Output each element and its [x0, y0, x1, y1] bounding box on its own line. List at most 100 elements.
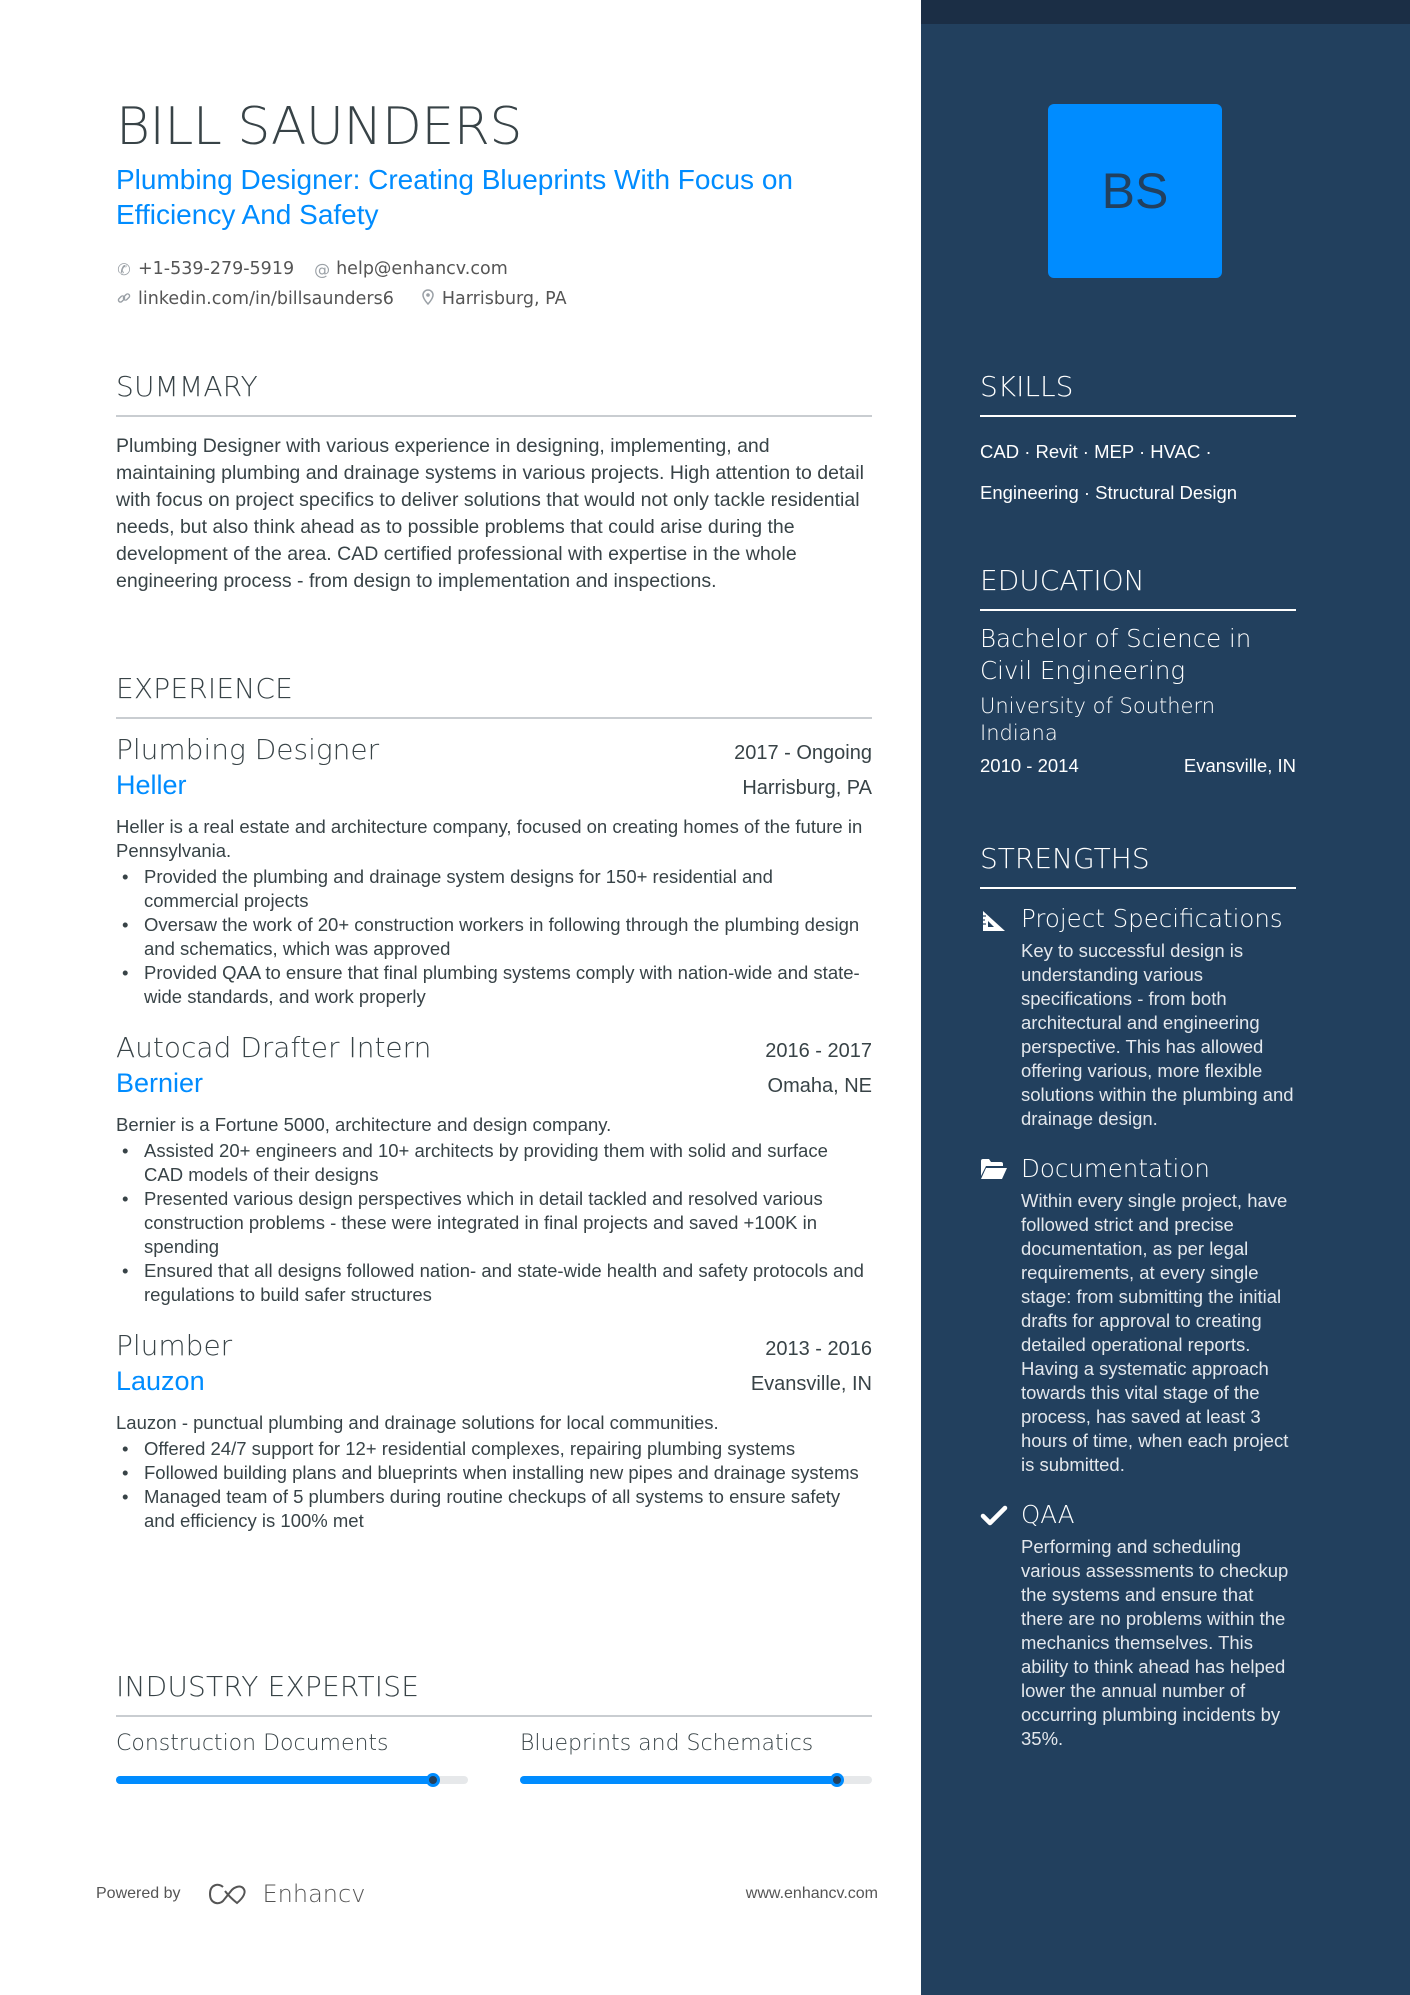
summary-text: Plumbing Designer with various experienc…	[116, 435, 864, 592]
checkmark-icon	[980, 1503, 1008, 1529]
contact-info: ✆ +1-539-279-5919 @ help@enhancv.com lin…	[116, 254, 816, 314]
skills-line: Engineering · Structural Design	[980, 482, 1238, 503]
summary-title: SUMMARY	[116, 370, 258, 403]
job-entry: Plumber 2013 - 2016 Lauzon Evansville, I…	[116, 1329, 872, 1533]
strength-title: QAA	[1021, 1500, 1075, 1529]
contact-location: Harrisburg, PA	[420, 289, 567, 309]
summary-section: SUMMARY Plumbing Designer with various e…	[116, 370, 872, 595]
experience-title: EXPERIENCE	[116, 672, 294, 705]
strength-description: Performing and scheduling various assess…	[1021, 1536, 1289, 1749]
section-divider	[116, 717, 872, 719]
job-title: Plumbing Designer	[116, 733, 380, 766]
job-dates: 2013 - 2016	[765, 1338, 872, 1360]
sidebar-top-strip	[921, 0, 1410, 24]
expertise-level-bar	[520, 1773, 872, 1787]
job-bullet: Presented various design perspectives wh…	[116, 1187, 872, 1259]
job-location: Harrisburg, PA	[742, 777, 872, 799]
skills-title: SKILLS	[980, 370, 1074, 403]
enhancv-logo[interactable]: Enhancv	[207, 1880, 366, 1908]
job-bullet: Ensured that all designs followed nation…	[116, 1259, 872, 1307]
powered-by-text: Powered by	[96, 1885, 181, 1902]
job-dates: 2017 - Ongoing	[734, 742, 872, 764]
linkedin-text: linkedin.com/in/billsaunders6	[138, 289, 394, 309]
section-divider	[116, 415, 872, 417]
industry-expertise-section: INDUSTRY EXPERTISE Construction Document…	[116, 1670, 872, 1787]
industry-expertise-title: INDUSTRY EXPERTISE	[116, 1670, 420, 1703]
enhancv-logo-icon	[208, 1883, 246, 1905]
job-bullet: Followed building plans and blueprints w…	[116, 1461, 872, 1485]
phone-icon: ✆	[117, 259, 131, 279]
job-description: Heller is a real estate and architecture…	[116, 816, 863, 861]
candidate-tagline: Plumbing Designer: Creating Blueprints W…	[116, 164, 793, 230]
folder-open-icon	[980, 1157, 1008, 1183]
job-bullet: Assisted 20+ engineers and 10+ architect…	[116, 1139, 872, 1187]
strength-item: Documentation Within every single projec…	[980, 1153, 1296, 1477]
contact-phone[interactable]: ✆ +1-539-279-5919	[116, 259, 294, 279]
footer: Powered by Enhancv www.enhancv.com	[96, 1880, 878, 1908]
website-link[interactable]: www.enhancv.com	[746, 1885, 878, 1903]
job-dates: 2016 - 2017	[765, 1040, 872, 1062]
brand-name: Enhancv	[262, 1880, 366, 1908]
job-location: Omaha, NE	[767, 1075, 872, 1097]
link-icon	[116, 290, 132, 309]
education-section: EDUCATION Bachelor of Science in Civil E…	[980, 564, 1296, 777]
education-title: EDUCATION	[980, 564, 1145, 597]
job-bullets: Offered 24/7 support for 12+ residential…	[116, 1437, 872, 1533]
expertise-item: Blueprints and Schematics	[520, 1731, 872, 1787]
strengths-section: STRENGTHS Project Specifications Key to …	[980, 842, 1296, 1751]
phone-text: +1-539-279-5919	[138, 259, 295, 279]
skills-section: SKILLS CAD · Revit · MEP · HVAC · Engine…	[980, 370, 1296, 513]
section-divider	[116, 1715, 872, 1717]
expertise-level-knob	[829, 1773, 844, 1787]
contact-email[interactable]: @ help@enhancv.com	[314, 259, 508, 279]
strength-title: Project Specifications	[1021, 904, 1283, 933]
job-entry: Autocad Drafter Intern 2016 - 2017 Berni…	[116, 1031, 872, 1307]
job-bullet: Oversaw the work of 20+ construction wor…	[116, 913, 872, 961]
strength-description: Within every single project, have follow…	[1021, 1190, 1289, 1475]
job-title: Plumber	[116, 1329, 233, 1362]
set-square-icon	[980, 907, 1008, 933]
job-location: Evansville, IN	[750, 1373, 872, 1395]
education-location: Evansville, IN	[1183, 755, 1296, 776]
education-dates: 2010 - 2014	[980, 755, 1079, 776]
email-text: help@enhancv.com	[336, 259, 508, 279]
section-divider	[980, 887, 1296, 889]
job-entry: Plumbing Designer 2017 - Ongoing Heller …	[116, 733, 872, 1009]
expertise-level-knob	[425, 1773, 440, 1787]
expertise-level-fill	[116, 1776, 433, 1784]
job-bullet: Provided QAA to ensure that final plumbi…	[116, 961, 872, 1009]
skills-line: CAD · Revit · MEP · HVAC ·	[980, 441, 1212, 462]
map-pin-icon	[420, 289, 436, 309]
job-bullet: Offered 24/7 support for 12+ residential…	[116, 1437, 872, 1461]
job-title: Autocad Drafter Intern	[116, 1031, 432, 1064]
job-bullet: Managed team of 5 plumbers during routin…	[116, 1485, 872, 1533]
job-description: Lauzon - punctual plumbing and drainage …	[116, 1412, 719, 1433]
expertise-level-fill	[520, 1776, 837, 1784]
strength-item: Project Specifications Key to successful…	[980, 903, 1296, 1131]
location-text: Harrisburg, PA	[441, 289, 567, 309]
strengths-title: STRENGTHS	[980, 842, 1150, 875]
job-bullets: Assisted 20+ engineers and 10+ architect…	[116, 1139, 872, 1307]
strength-item: QAA Performing and scheduling various as…	[980, 1499, 1296, 1751]
expertise-label: Blueprints and Schematics	[520, 1731, 814, 1756]
at-icon: @	[314, 259, 331, 279]
education-school: University of Southern Indiana	[980, 694, 1216, 745]
experience-section: EXPERIENCE Plumbing Designer 2017 - Ongo…	[116, 672, 872, 1533]
section-divider	[980, 415, 1296, 417]
strength-description: Key to successful design is understandin…	[1021, 940, 1294, 1129]
education-degree: Bachelor of Science in Civil Engineering	[980, 624, 1252, 685]
strength-title: Documentation	[1021, 1154, 1210, 1183]
job-company: Bernier	[116, 1068, 204, 1098]
skills-list: CAD · Revit · MEP · HVAC · Engineering ·…	[980, 431, 1296, 513]
expertise-level-bar	[116, 1773, 468, 1787]
job-company: Heller	[116, 770, 187, 800]
sidebar: BS SKILLS CAD · Revit · MEP · HVAC · Eng…	[921, 0, 1410, 1995]
candidate-name: BILL SAUNDERS	[116, 97, 522, 157]
job-company: Lauzon	[116, 1366, 205, 1396]
contact-linkedin[interactable]: linkedin.com/in/billsaunders6	[116, 289, 394, 309]
expertise-label: Construction Documents	[116, 1731, 389, 1756]
job-bullets: Provided the plumbing and drainage syste…	[116, 865, 872, 1009]
expertise-item: Construction Documents	[116, 1731, 468, 1787]
section-divider	[980, 609, 1296, 611]
job-bullet: Provided the plumbing and drainage syste…	[116, 865, 872, 913]
